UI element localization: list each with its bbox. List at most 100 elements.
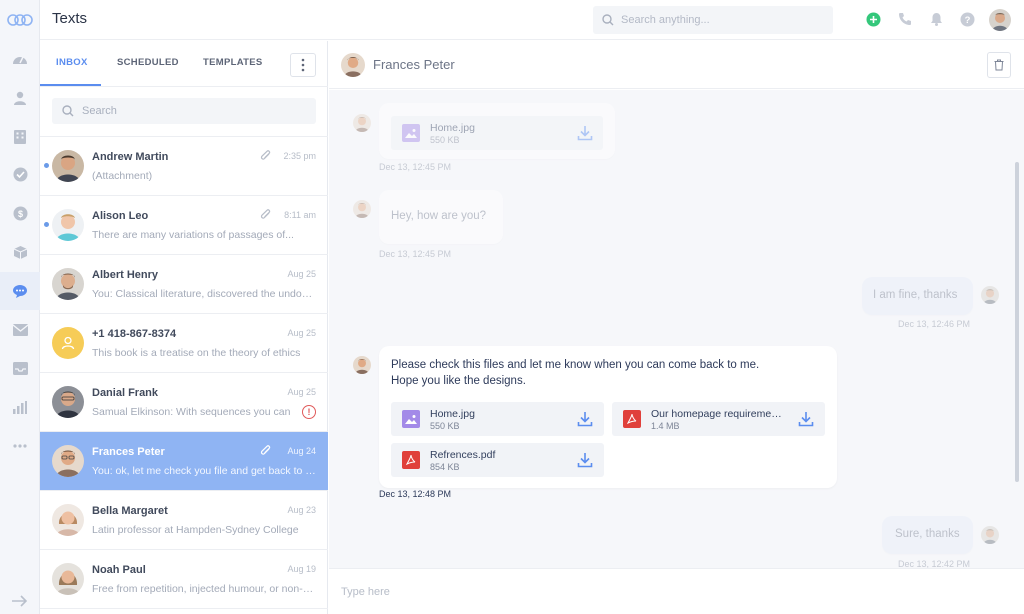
phone-icon[interactable] xyxy=(896,10,914,28)
active-tab-indicator xyxy=(40,84,101,86)
dashboard-icon[interactable] xyxy=(10,49,30,69)
contact-name: Alison Leo xyxy=(92,210,149,222)
help-icon[interactable]: ? xyxy=(958,10,976,28)
global-search-input[interactable] xyxy=(621,6,826,34)
message-time: Dec 13, 12:48 PM xyxy=(379,489,452,499)
conversation-item-selected[interactable]: Frances Peter You: ok, let me check you … xyxy=(40,432,328,491)
mail-icon[interactable] xyxy=(10,320,30,340)
page-title: Texts xyxy=(52,10,88,27)
conversation-item[interactable]: Noah Paul Free from repetition, injected… xyxy=(40,550,328,609)
chat-contact-name: Frances Peter xyxy=(373,57,455,72)
avatar xyxy=(52,150,84,182)
sender-avatar xyxy=(353,356,371,374)
global-search[interactable] xyxy=(593,6,833,34)
top-header: Texts ? xyxy=(40,0,1024,40)
contact-name: +1 418-867-8374 xyxy=(92,328,177,340)
file-name: Home.jpg xyxy=(430,408,475,420)
tab-inbox[interactable]: INBOX xyxy=(56,57,88,68)
tab-scheduled[interactable]: SCHEDULED xyxy=(117,57,179,68)
conversation-time: Aug 25 xyxy=(287,269,316,279)
message-input[interactable] xyxy=(341,579,1001,605)
inbox-icon[interactable] xyxy=(10,358,30,378)
message-time: Dec 13, 12:45 PM xyxy=(379,162,452,172)
bell-icon[interactable] xyxy=(927,10,945,28)
contact-name: Albert Henry xyxy=(92,269,159,281)
bar-chart-icon[interactable] xyxy=(10,397,30,417)
unread-dot xyxy=(44,222,49,227)
file-attachment[interactable]: Home.jpg 550 KB xyxy=(391,402,604,436)
outgoing-message-bubble: Sure, thanks xyxy=(882,516,973,554)
conversation-item[interactable]: Albert Henry You: Classical literature, … xyxy=(40,255,328,314)
contact-avatar[interactable] xyxy=(341,53,365,77)
tab-templates[interactable]: TEMPLATES xyxy=(203,57,263,68)
pdf-file-icon xyxy=(623,410,641,428)
user-icon xyxy=(61,336,75,350)
avatar xyxy=(52,268,84,300)
file-attachment[interactable]: Home.jpg 550 KB xyxy=(391,116,603,150)
conversation-item[interactable]: Bella Margaret Latin professor at Hampde… xyxy=(40,491,328,550)
conversation-time: Aug 19 xyxy=(287,564,316,574)
user-icon[interactable] xyxy=(10,88,30,108)
message-thread[interactable]: Home.jpg 550 KB Dec 13, 12:45 PM Hey, ho… xyxy=(329,90,1024,568)
message-time: Dec 13, 12:46 PM xyxy=(898,319,971,329)
chat-header: Frances Peter xyxy=(329,41,1024,89)
contact-name: Andrew Martin xyxy=(92,151,169,163)
my-avatar xyxy=(981,526,999,544)
file-name: Refrences.pdf xyxy=(430,449,496,461)
contact-name: Noah Paul xyxy=(92,564,146,576)
message-preview: (Attachment) xyxy=(92,170,153,182)
file-size: 854 KB xyxy=(430,462,460,472)
avatar xyxy=(52,327,84,359)
conversation-item[interactable]: Alison Leo There are many variations of … xyxy=(40,196,328,255)
dollar-icon[interactable]: $ xyxy=(10,203,30,223)
box-icon[interactable] xyxy=(10,242,30,262)
building-icon[interactable] xyxy=(10,127,30,147)
svg-text:?: ? xyxy=(964,15,970,26)
attachment-icon xyxy=(260,209,271,219)
conversation-search-input[interactable] xyxy=(82,98,307,124)
sender-avatar xyxy=(353,114,371,132)
attachment-icon xyxy=(260,150,271,160)
conversation-time: Aug 25 xyxy=(287,387,316,397)
avatar xyxy=(52,563,84,595)
avatar xyxy=(52,386,84,418)
contact-name: Frances Peter xyxy=(92,446,165,458)
add-icon[interactable] xyxy=(864,10,882,28)
tab-bar: INBOX SCHEDULED TEMPLATES xyxy=(40,41,328,87)
message-time: Dec 13, 12:42 PM xyxy=(898,559,971,568)
chat-icon[interactable] xyxy=(10,281,30,301)
delete-conversation-button[interactable] xyxy=(987,52,1011,78)
file-attachment[interactable]: Our homepage requirements.pdf 1.4 MB xyxy=(612,402,825,436)
arrow-right-icon[interactable] xyxy=(10,591,30,611)
list-options-button[interactable] xyxy=(290,53,316,77)
logo-icon[interactable] xyxy=(6,10,34,30)
file-attachment[interactable]: Refrences.pdf 854 KB xyxy=(391,443,604,477)
more-icon[interactable] xyxy=(10,436,30,456)
message-composer xyxy=(329,568,1024,614)
conversation-time: Aug 23 xyxy=(287,505,316,515)
download-icon[interactable] xyxy=(798,411,814,427)
outgoing-message-bubble: I am fine, thanks xyxy=(862,277,973,315)
scrollbar[interactable] xyxy=(1015,162,1019,482)
avatar xyxy=(52,445,84,477)
message-preview: Free from repetition, injected humour, o… xyxy=(92,583,318,595)
user-avatar[interactable] xyxy=(989,9,1011,31)
download-icon[interactable] xyxy=(577,411,593,427)
conversation-time: Aug 24 xyxy=(287,446,316,456)
conversation-item[interactable]: Danial Frank Samual Elkinson: With seque… xyxy=(40,373,328,432)
message-preview: This book is a treatise on the theory of… xyxy=(92,347,301,359)
conversation-search[interactable] xyxy=(52,98,316,124)
svg-text:$: $ xyxy=(17,209,22,219)
download-icon[interactable] xyxy=(577,452,593,468)
conversation-item[interactable]: Andrew Martin (Attachment) 2:35 pm xyxy=(40,137,328,196)
message-text-line: Hope you like the designs. xyxy=(391,375,526,387)
message-preview: Latin professor at Hampden-Sydney Colleg… xyxy=(92,524,299,536)
conversation-item[interactable]: +1 418-867-8374 This book is a treatise … xyxy=(40,314,328,373)
download-icon[interactable] xyxy=(577,125,593,141)
search-icon xyxy=(602,14,614,26)
message-bubble: Please check this files and let me know … xyxy=(379,346,837,488)
my-avatar xyxy=(981,286,999,304)
contact-name: Bella Margaret xyxy=(92,505,168,517)
avatar xyxy=(52,504,84,536)
check-circle-icon[interactable] xyxy=(10,164,30,184)
